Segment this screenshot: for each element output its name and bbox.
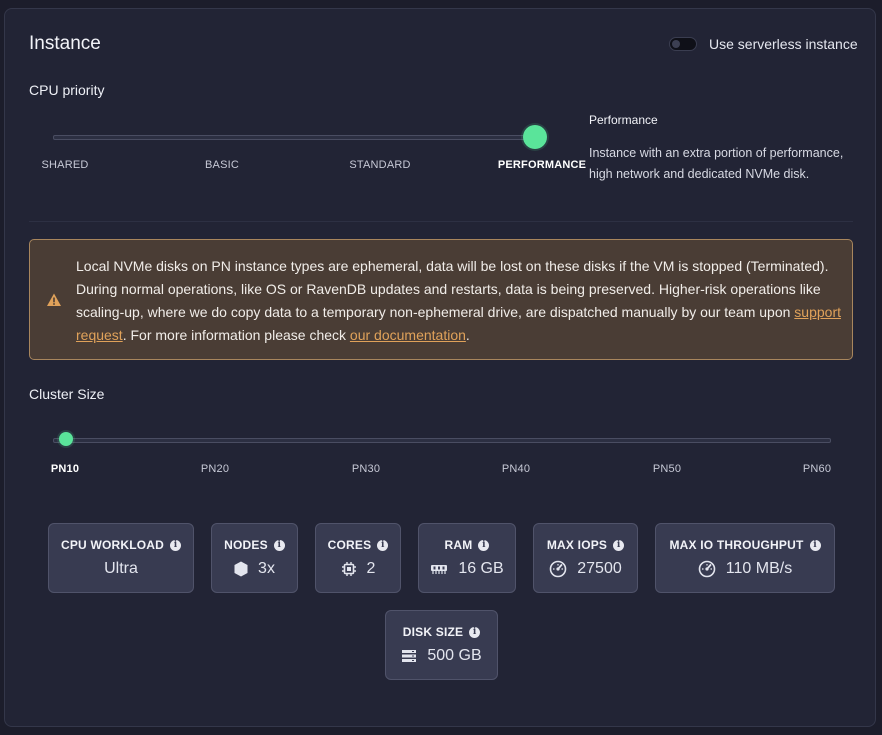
spec-value: 2	[366, 560, 376, 577]
documentation-link[interactable]: our documentation	[350, 327, 466, 343]
cube-icon	[234, 561, 248, 577]
cluster-option-pn50[interactable]: PN50	[653, 463, 681, 475]
cluster-option-pn40[interactable]: PN40	[502, 463, 530, 475]
info-icon[interactable]: i	[613, 539, 625, 551]
cluster-size-track[interactable]	[53, 438, 831, 443]
spec-value: 3x	[258, 560, 275, 577]
warning-text-part-1: Local NVMe disks on PN instance types ar…	[76, 258, 829, 320]
info-icon[interactable]: i	[809, 539, 821, 551]
info-icon[interactable]: i	[469, 626, 481, 638]
cpu-description-text: Instance with an extra portion of perfor…	[589, 146, 844, 181]
warning-text-part-2: . For more information please check	[122, 327, 350, 343]
cpu-priority-label: CPU priority	[29, 82, 105, 98]
toggle-knob	[672, 40, 680, 48]
gauge-icon	[549, 560, 567, 578]
instance-panel: Instance Use serverless instance CPU pri…	[4, 8, 876, 727]
info-icon[interactable]: i	[377, 539, 389, 551]
spec-label: MAX IO THROUGHPUT	[669, 538, 804, 552]
spec-value: 110 MB/s	[725, 560, 793, 577]
memory-icon	[431, 565, 448, 574]
spec-label: RAM	[444, 538, 473, 552]
spec-value: 27500	[577, 560, 622, 577]
spec-value: 16 GB	[458, 560, 504, 577]
serverless-toggle[interactable]: Use serverless instance	[669, 36, 858, 52]
cluster-option-pn30[interactable]: PN30	[352, 463, 380, 475]
spec-card-max-io-throughput: MAX IO THROUGHPUT i 110 MB/s	[655, 523, 835, 593]
spec-label: MAX IOPS	[546, 538, 608, 552]
spec-card-disk-size: DISK SIZE i 500 GB	[385, 610, 498, 680]
cpu-option-basic[interactable]: BASIC	[205, 159, 239, 171]
toggle-switch[interactable]	[669, 37, 697, 51]
spec-card-nodes: NODES i 3x	[211, 523, 298, 593]
nvme-warning-alert: Local NVMe disks on PN instance types ar…	[29, 239, 853, 360]
cpu-description-title: Performance	[589, 113, 658, 127]
cpu-priority-thumb[interactable]	[523, 125, 547, 149]
cpu-option-performance[interactable]: PERFORMANCE	[498, 159, 586, 171]
cpu-option-shared[interactable]: SHARED	[41, 159, 88, 171]
storage-icon	[402, 650, 417, 662]
spec-label: CORES	[327, 538, 372, 552]
spec-card-cpu-workload: CPU WORKLOAD i Ultra	[48, 523, 194, 593]
spec-label: DISK SIZE	[402, 625, 464, 639]
warning-text-part-3: .	[465, 327, 470, 343]
info-icon[interactable]: i	[478, 539, 490, 551]
warning-text: Local NVMe disks on PN instance types ar…	[76, 255, 846, 347]
cluster-option-pn20[interactable]: PN20	[201, 463, 229, 475]
divider	[29, 221, 853, 222]
warning-triangle-icon	[47, 293, 61, 306]
cpu-priority-track[interactable]	[53, 135, 537, 140]
cluster-size-thumb[interactable]	[59, 432, 73, 446]
section-title: Instance	[29, 33, 101, 54]
spec-card-ram: RAM i 16 GB	[418, 523, 516, 593]
spec-label: CPU WORKLOAD	[60, 538, 165, 552]
cluster-option-pn60[interactable]: PN60	[803, 463, 831, 475]
cluster-option-pn10[interactable]: PN10	[51, 463, 79, 475]
info-icon[interactable]: i	[170, 539, 182, 551]
chip-icon	[341, 562, 356, 576]
info-icon[interactable]: i	[273, 539, 285, 551]
serverless-label: Use serverless instance	[709, 36, 858, 52]
cluster-size-label: Cluster Size	[29, 386, 105, 402]
spec-card-cores: CORES i 2	[315, 523, 401, 593]
spec-label: NODES	[224, 538, 268, 552]
cpu-option-standard[interactable]: STANDARD	[349, 159, 410, 171]
gauge-icon	[698, 560, 716, 578]
spec-card-max-iops: MAX IOPS i 27500	[533, 523, 638, 593]
spec-value: Ultra	[104, 560, 138, 577]
spec-value: 500 GB	[427, 647, 482, 664]
